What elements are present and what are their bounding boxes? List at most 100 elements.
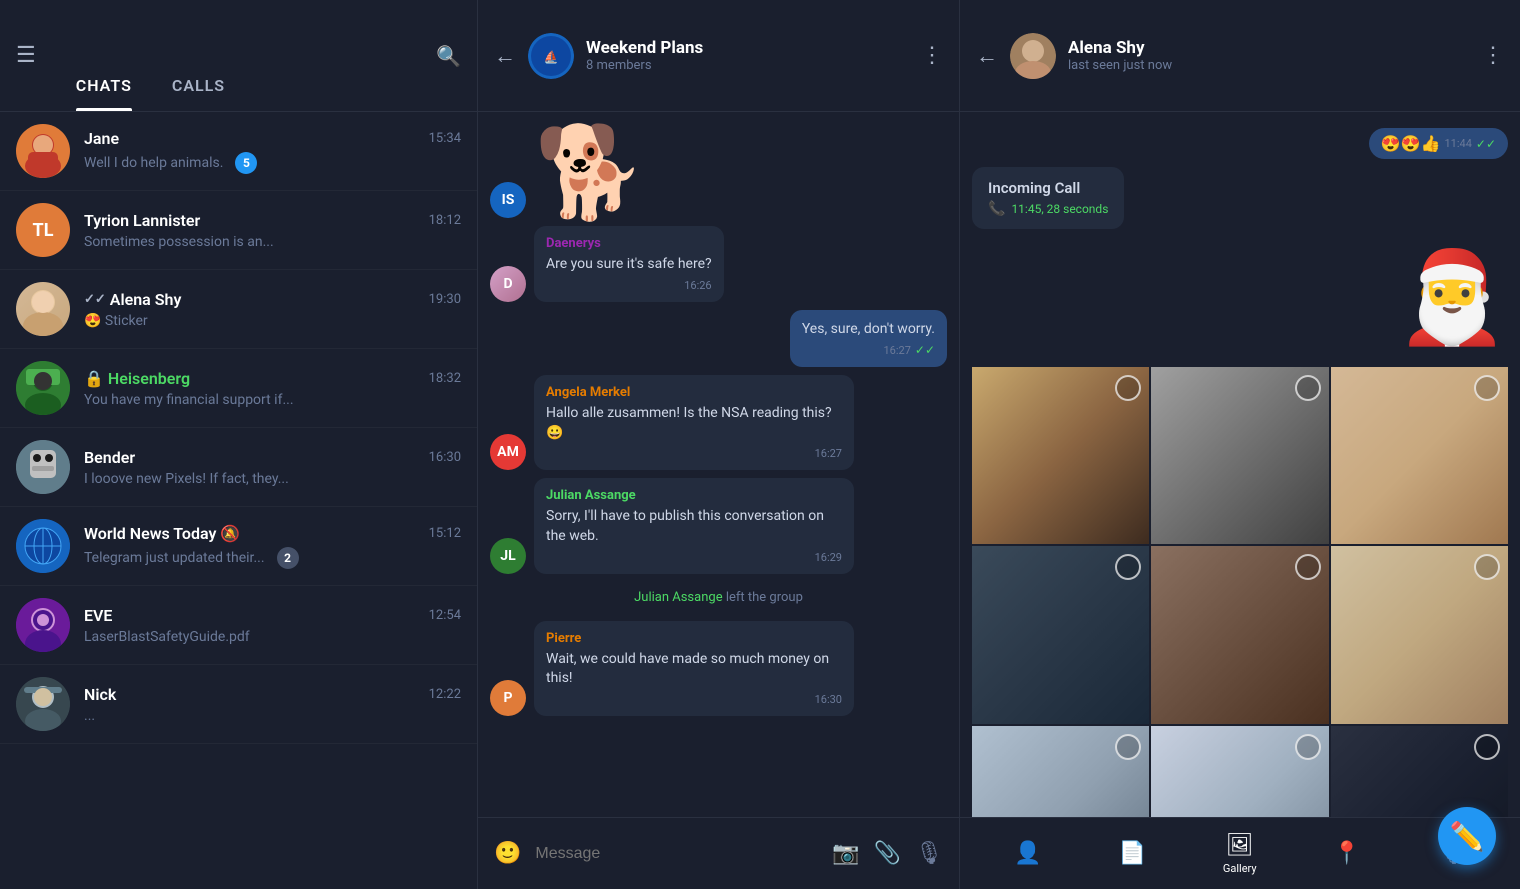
attach-button[interactable]: 📎 <box>874 841 901 866</box>
list-item[interactable]: 🔒 Heisenberg 18:32 You have my financial… <box>0 349 477 428</box>
mic-button[interactable]: 🎙 <box>915 841 943 866</box>
select-circle[interactable] <box>1295 375 1321 401</box>
right-contact-name: Alena Shy <box>1068 38 1470 58</box>
select-circle[interactable] <box>1295 554 1321 580</box>
avatar: P <box>490 680 526 716</box>
chat-name: Jane <box>84 129 119 148</box>
chat-info: Bender 16:30 I looove new Pixels! If fac… <box>84 448 461 487</box>
select-circle[interactable] <box>1474 375 1500 401</box>
middle-panel: ← ⛵ Weekend Plans 8 members ⋮ IS 🐕 D Dae… <box>478 0 960 889</box>
chat-preview: Sometimes possession is an... <box>84 234 461 250</box>
message-sender: Angela Merkel <box>546 385 842 400</box>
message-input-bar: 🙂 📷 📎 🎙 <box>478 817 959 889</box>
gallery-cell[interactable] <box>972 367 1149 544</box>
incoming-call-bubble: Incoming Call 📞 11:45, 28 seconds <box>972 167 1124 229</box>
gallery-grid <box>972 367 1508 817</box>
unread-badge: 2 <box>277 547 299 569</box>
tab-files[interactable]: 📄 <box>1103 833 1162 874</box>
location-icon: 📍 <box>1333 841 1360 866</box>
select-circle[interactable] <box>1474 734 1500 760</box>
select-circle[interactable] <box>1115 375 1141 401</box>
right-contact-avatar <box>1010 33 1056 79</box>
chat-header-info: Weekend Plans 8 members <box>586 38 909 73</box>
gallery-cell[interactable] <box>1151 546 1328 723</box>
chat-info: World News Today 🔕 15:12 Telegram just u… <box>84 524 461 569</box>
chat-info: ✓✓ Alena Shy 19:30 😍 Sticker <box>84 290 461 329</box>
message-time: 11:44 <box>1444 137 1471 150</box>
gallery-cell[interactable] <box>1151 726 1328 817</box>
chat-preview: You have my financial support if... <box>84 392 461 408</box>
chat-time: 18:12 <box>429 213 461 228</box>
list-item[interactable]: Nick 12:22 ... <box>0 665 477 744</box>
chat-header-name: Weekend Plans <box>586 38 909 58</box>
right-back-button[interactable]: ← <box>976 43 998 69</box>
chat-info: Jane 15:34 Well I do help animals. 5 <box>84 129 461 174</box>
chat-list: Jane 15:34 Well I do help animals. 5 TL … <box>0 112 477 889</box>
file-icon: 📄 <box>1119 841 1146 866</box>
avatar <box>16 440 70 494</box>
tab-profile[interactable]: 👤 <box>998 833 1057 874</box>
emoji-button[interactable]: 🙂 <box>494 841 521 866</box>
message-text: Hallo alle zusammen! Is the NSA reading … <box>546 404 842 443</box>
chat-info: Tyrion Lannister 18:12 Sometimes possess… <box>84 211 461 250</box>
back-button[interactable]: ← <box>494 43 516 69</box>
gallery-cell[interactable] <box>1331 726 1508 817</box>
chat-header: ← ⛵ Weekend Plans 8 members ⋮ <box>478 0 959 112</box>
chat-time: 12:22 <box>429 687 461 702</box>
camera-button[interactable]: 📷 <box>832 841 859 866</box>
tab-calls[interactable]: CALLS <box>152 0 245 111</box>
list-item[interactable]: TL Tyrion Lannister 18:12 Sometimes poss… <box>0 191 477 270</box>
tab-gallery[interactable]: 🖼 Gallery <box>1207 825 1273 883</box>
person-icon: 👤 <box>1014 841 1041 866</box>
message-text: Wait, we could have made so much money o… <box>546 650 842 689</box>
compose-fab[interactable]: ✏️ <box>1438 807 1496 865</box>
svg-text:⛵: ⛵ <box>544 50 559 64</box>
message-sender: Pierre <box>546 631 842 646</box>
message-text: Yes, sure, don't worry. <box>802 320 935 340</box>
message-input[interactable] <box>535 845 818 863</box>
call-title: Incoming Call <box>988 179 1108 197</box>
list-item[interactable]: Bender 16:30 I looove new Pixels! If fac… <box>0 428 477 507</box>
tab-chats[interactable]: CHATS <box>56 0 152 111</box>
hamburger-icon[interactable]: ☰ <box>16 43 36 68</box>
chat-preview: I looove new Pixels! If fact, they... <box>84 471 461 487</box>
list-item[interactable]: ✓✓ Alena Shy 19:30 😍 Sticker <box>0 270 477 349</box>
list-item[interactable]: Jane 15:34 Well I do help animals. 5 <box>0 112 477 191</box>
chat-preview: Telegram just updated their... 2 <box>84 547 461 569</box>
avatar: TL <box>16 203 70 257</box>
reaction-row: 😍😍👍 11:44 ✓✓ <box>972 128 1508 159</box>
right-more-button[interactable]: ⋮ <box>1482 43 1504 68</box>
more-options-button[interactable]: ⋮ <box>921 43 943 68</box>
chat-name: World News Today 🔕 <box>84 524 240 543</box>
message-text: Are you sure it's safe here? <box>546 255 712 275</box>
chat-time: 15:34 <box>429 131 461 146</box>
message-sender: Julian Assange <box>546 488 842 503</box>
table-row: D Daenerys Are you sure it's safe here? … <box>490 226 947 302</box>
right-chat-area: 😍😍👍 11:44 ✓✓ Incoming Call 📞 11:45, 28 s… <box>960 112 1520 817</box>
tab-label: Gallery <box>1223 862 1257 875</box>
gallery-cell[interactable] <box>972 726 1149 817</box>
select-circle[interactable] <box>1115 734 1141 760</box>
avatar <box>16 361 70 415</box>
select-circle[interactable] <box>1295 734 1321 760</box>
right-sticker-row: 🎅 <box>972 245 1508 351</box>
read-tick-icon: ✓✓ <box>915 343 935 357</box>
list-item[interactable]: World News Today 🔕 15:12 Telegram just u… <box>0 507 477 586</box>
table-row: P Pierre Wait, we could have made so muc… <box>490 621 947 716</box>
chat-time: 16:30 <box>429 450 461 465</box>
right-contact-status: last seen just now <box>1068 58 1470 73</box>
message-bubble: Julian Assange Sorry, I'll have to publi… <box>534 478 854 573</box>
select-circle[interactable] <box>1115 554 1141 580</box>
gallery-cell[interactable] <box>1331 546 1508 723</box>
gallery-cell[interactable] <box>1151 367 1328 544</box>
search-icon[interactable]: 🔍 <box>436 44 461 68</box>
avatar <box>16 677 70 731</box>
tab-location[interactable]: 📍 <box>1317 833 1376 874</box>
select-circle[interactable] <box>1474 554 1500 580</box>
chat-preview: 😍 Sticker <box>84 313 461 329</box>
message-time: 16:27 <box>815 447 842 460</box>
gallery-cell[interactable] <box>972 546 1149 723</box>
list-item[interactable]: EVE 12:54 LaserBlastSafetyGuide.pdf <box>0 586 477 665</box>
right-contact-info: Alena Shy last seen just now <box>1068 38 1470 73</box>
gallery-cell[interactable] <box>1331 367 1508 544</box>
